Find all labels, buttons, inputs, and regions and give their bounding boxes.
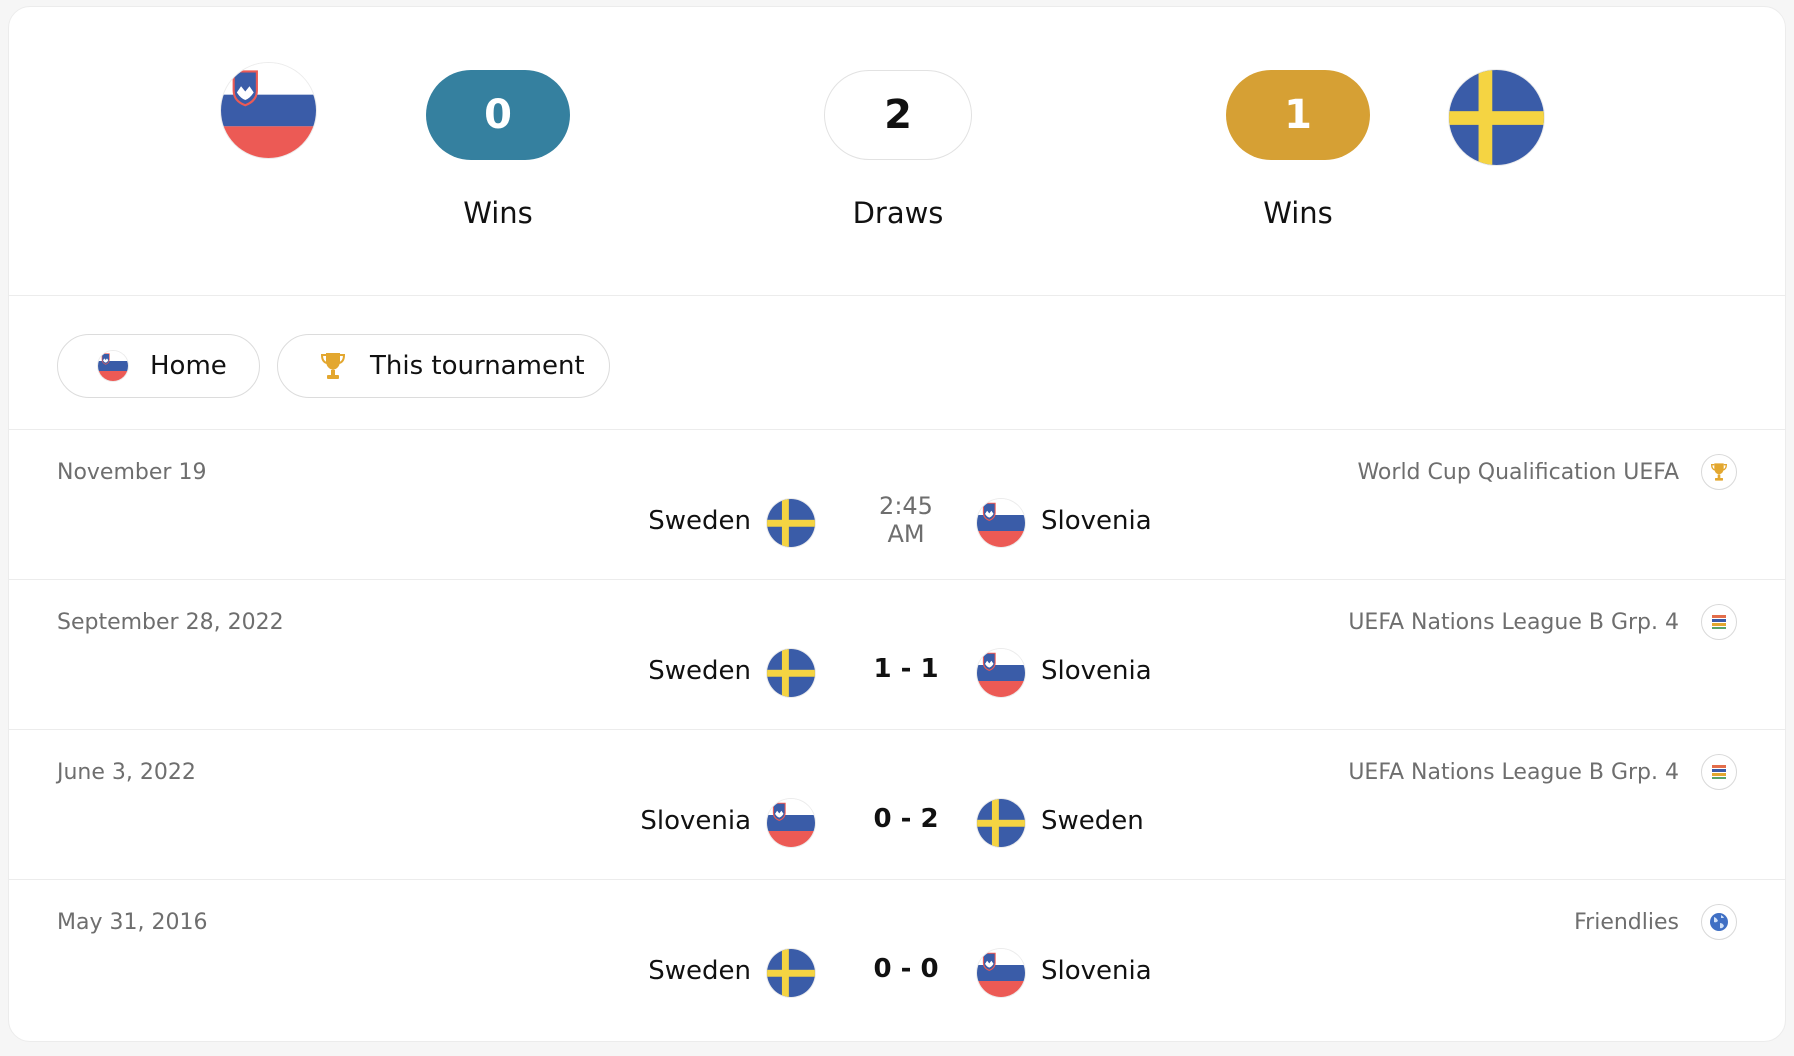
kickoff-time-period: AM (887, 520, 925, 548)
slovenia-flag-icon (767, 799, 815, 847)
filter-bar: Home This tournament (9, 296, 1785, 430)
away-team-name: Slovenia (1041, 956, 1152, 986)
this-tournament-filter-button[interactable]: This tournament (277, 334, 610, 398)
match-date: June 3, 2022 (57, 760, 196, 785)
sweden-flag-icon (977, 799, 1025, 847)
nations-league-icon (1701, 604, 1737, 640)
home-team-name: Sweden (648, 506, 751, 536)
home-team-name: Sweden (648, 656, 751, 686)
slovenia-flag-icon (977, 649, 1025, 697)
away-team-name: Slovenia (1041, 656, 1152, 686)
away-team-name: Slovenia (1041, 506, 1152, 536)
home-wins-label: Wins (463, 196, 533, 230)
match-competition[interactable]: UEFA Nations League B Grp. 4 (1348, 760, 1679, 785)
head-to-head-summary: 0 Wins 2 Draws 1 Wins (9, 7, 1785, 296)
slovenia-flag-icon (221, 63, 316, 158)
slovenia-flag-icon (977, 499, 1025, 547)
trophy-icon (1701, 454, 1737, 490)
match-score: 0 - 2 (873, 804, 939, 834)
match-competition[interactable]: Friendlies (1574, 910, 1679, 935)
match-date: May 31, 2016 (57, 910, 208, 935)
match-row[interactable]: June 3, 2022 UEFA Nations League B Grp. … (9, 730, 1785, 880)
sweden-flag-icon (767, 649, 815, 697)
match-date: September 28, 2022 (57, 610, 284, 635)
nations-league-icon (1701, 754, 1737, 790)
home-team-name: Sweden (648, 956, 751, 986)
match-kickoff-time: 2:45 AM (846, 492, 966, 548)
slovenia-flag-icon (98, 351, 128, 381)
match-row[interactable]: September 28, 2022 UEFA Nations League B… (9, 580, 1785, 730)
trophy-icon (318, 351, 348, 381)
sweden-flag-icon (767, 499, 815, 547)
match-row[interactable]: May 31, 2016 Friendlies Sweden 0 - 0 Slo… (9, 880, 1785, 1030)
match-row[interactable]: November 19 World Cup Qualification UEFA… (9, 430, 1785, 580)
home-filter-button[interactable]: Home (57, 334, 260, 398)
home-wins-count: 0 (426, 70, 570, 160)
match-date: November 19 (57, 460, 207, 485)
draws-count: 2 (824, 70, 972, 160)
sweden-flag-icon (1449, 70, 1544, 165)
this-tournament-filter-label: This tournament (370, 351, 585, 381)
draws-label: Draws (852, 196, 944, 230)
slovenia-flag-icon (977, 949, 1025, 997)
home-filter-label: Home (150, 351, 227, 381)
home-team-name: Slovenia (640, 806, 751, 836)
globe-icon (1701, 904, 1737, 940)
match-competition[interactable]: UEFA Nations League B Grp. 4 (1348, 610, 1679, 635)
match-competition[interactable]: World Cup Qualification UEFA (1357, 460, 1679, 485)
away-team-name: Sweden (1041, 806, 1144, 836)
match-score: 0 - 0 (873, 954, 939, 984)
sweden-flag-icon (767, 949, 815, 997)
away-wins-count: 1 (1226, 70, 1370, 160)
head-to-head-card: 0 Wins 2 Draws 1 Wins Home This tourname… (8, 6, 1786, 1042)
away-wins-label: Wins (1263, 196, 1333, 230)
match-score: 1 - 1 (873, 654, 939, 684)
kickoff-time-value: 2:45 (879, 492, 933, 520)
